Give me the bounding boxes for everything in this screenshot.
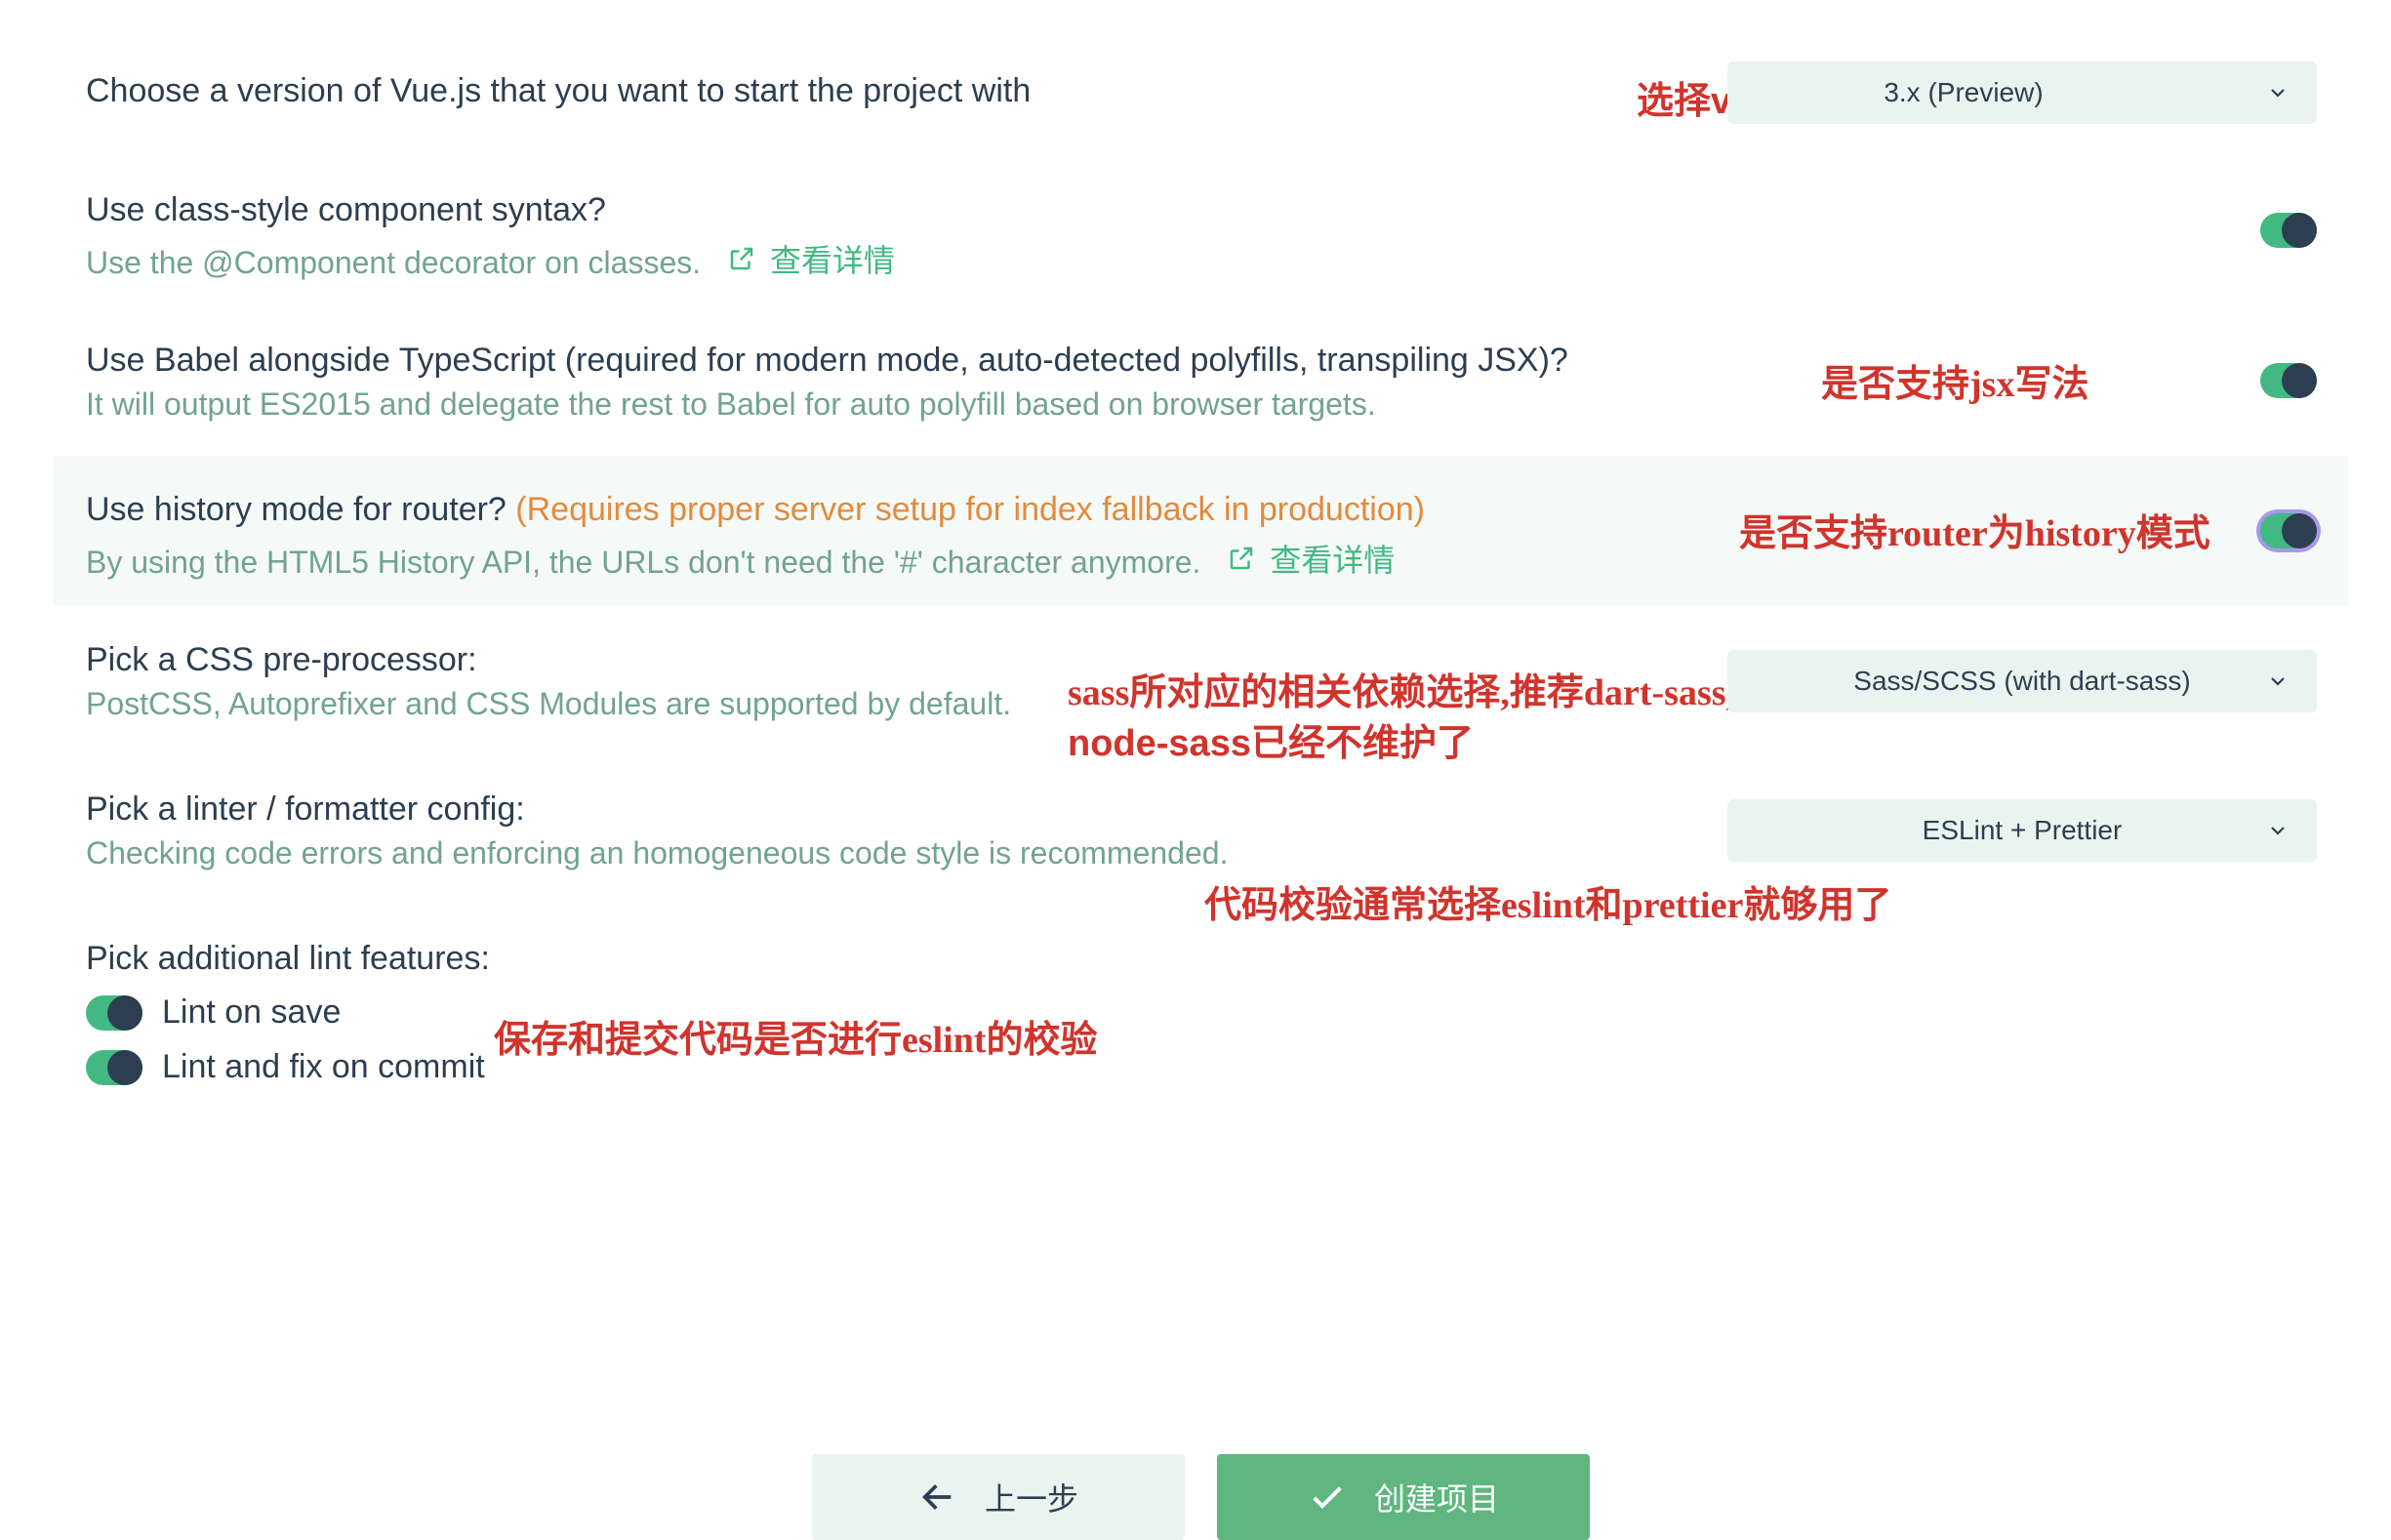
previous-step-button[interactable]: 上一步 — [812, 1454, 1185, 1540]
history-desc-row: By using the HTML5 History API, the URLs… — [86, 536, 1395, 581]
lint-on-save-toggle[interactable] — [86, 994, 142, 1031]
babel-desc: It will output ES2015 and delegate the r… — [86, 386, 1376, 422]
css-preprocessor-select[interactable]: Sass/SCSS (with dart-sass) — [1727, 650, 2317, 712]
toggle-knob — [2282, 513, 2317, 548]
toggle-knob — [2282, 213, 2317, 248]
css-desc: PostCSS, Autoprefixer and CSS Modules ar… — [86, 686, 1012, 721]
css-preprocessor-selected: Sass/SCSS (with dart-sass) — [1853, 666, 2191, 696]
external-link-icon — [1231, 547, 1253, 570]
css-annotation-line2: node-sass已经不维护了 — [1068, 723, 1474, 764]
vue-version-select[interactable]: 3.x (Preview) — [1727, 61, 2317, 124]
lint-features-title: Pick additional lint features: — [86, 940, 490, 977]
history-title: Use history mode for router? — [86, 491, 507, 528]
check-icon — [1313, 1486, 1342, 1509]
lint-on-commit-toggle[interactable] — [86, 1049, 142, 1085]
lint-features-annotation: 保存和提交代码是否进行eslint的校验 — [494, 1020, 1098, 1061]
css-title: Pick a CSS pre-processor: — [86, 641, 477, 678]
history-desc: By using the HTML5 History API, the URLs… — [86, 545, 1201, 580]
chevron-down-icon — [2271, 827, 2285, 835]
history-details-link[interactable]: 查看详情 — [1227, 536, 1395, 581]
class-style-details-link[interactable]: 查看详情 — [727, 236, 895, 281]
class-style-toggle[interactable] — [2260, 213, 2317, 248]
history-warning: (Requires proper server setup for index … — [515, 491, 1425, 528]
lint-on-commit-item[interactable]: Lint and fix on commit — [86, 1048, 485, 1086]
history-toggle[interactable] — [2260, 513, 2317, 548]
toggle-knob — [107, 994, 142, 1031]
babel-toggle[interactable] — [2260, 363, 2317, 398]
create-project-button[interactable]: 创建项目 — [1217, 1454, 1590, 1540]
previous-step-label: 上一步 — [984, 1481, 1078, 1517]
class-style-details-label: 查看详情 — [770, 243, 896, 278]
linter-annotation: 代码校验通常选择eslint和prettier就够用了 — [1204, 885, 1892, 926]
vue-version-selected: 3.x (Preview) — [1884, 77, 2044, 107]
create-project-label: 创建项目 — [1373, 1481, 1499, 1517]
class-style-title: Use class-style component syntax? — [86, 191, 606, 228]
toggle-knob — [107, 1049, 142, 1085]
class-style-desc: Use the @Component decorator on classes. — [86, 245, 702, 280]
css-annotation-line1: sass所对应的相关依赖选择,推荐dart-sass, — [1068, 672, 1736, 713]
lint-on-save-item[interactable]: Lint on save — [86, 993, 341, 1032]
history-details-label: 查看详情 — [1270, 543, 1396, 578]
linter-select[interactable]: ESLint + Prettier — [1727, 799, 2317, 862]
arrow-left-icon — [922, 1484, 952, 1510]
lint-on-commit-label: Lint and fix on commit — [162, 1048, 485, 1085]
external-link-icon — [730, 247, 753, 270]
history-title-row: Use history mode for router? (Requires p… — [86, 491, 1425, 529]
lint-on-save-label: Lint on save — [162, 993, 342, 1031]
toggle-knob — [2282, 363, 2317, 398]
class-style-desc-row: Use the @Component decorator on classes.… — [86, 236, 895, 281]
vue-version-title: Choose a version of Vue.js that you want… — [86, 72, 1032, 109]
linter-desc: Checking code errors and enforcing an ho… — [86, 835, 1229, 871]
linter-selected: ESLint + Prettier — [1922, 815, 2123, 845]
history-annotation: 是否支持router为history模式 — [1739, 513, 2210, 554]
babel-title: Use Babel alongside TypeScript (required… — [86, 342, 1568, 379]
chevron-down-icon — [2271, 89, 2285, 98]
chevron-down-icon — [2271, 677, 2285, 686]
babel-annotation: 是否支持jsx写法 — [1821, 364, 2089, 405]
linter-title: Pick a linter / formatter config: — [86, 790, 525, 828]
